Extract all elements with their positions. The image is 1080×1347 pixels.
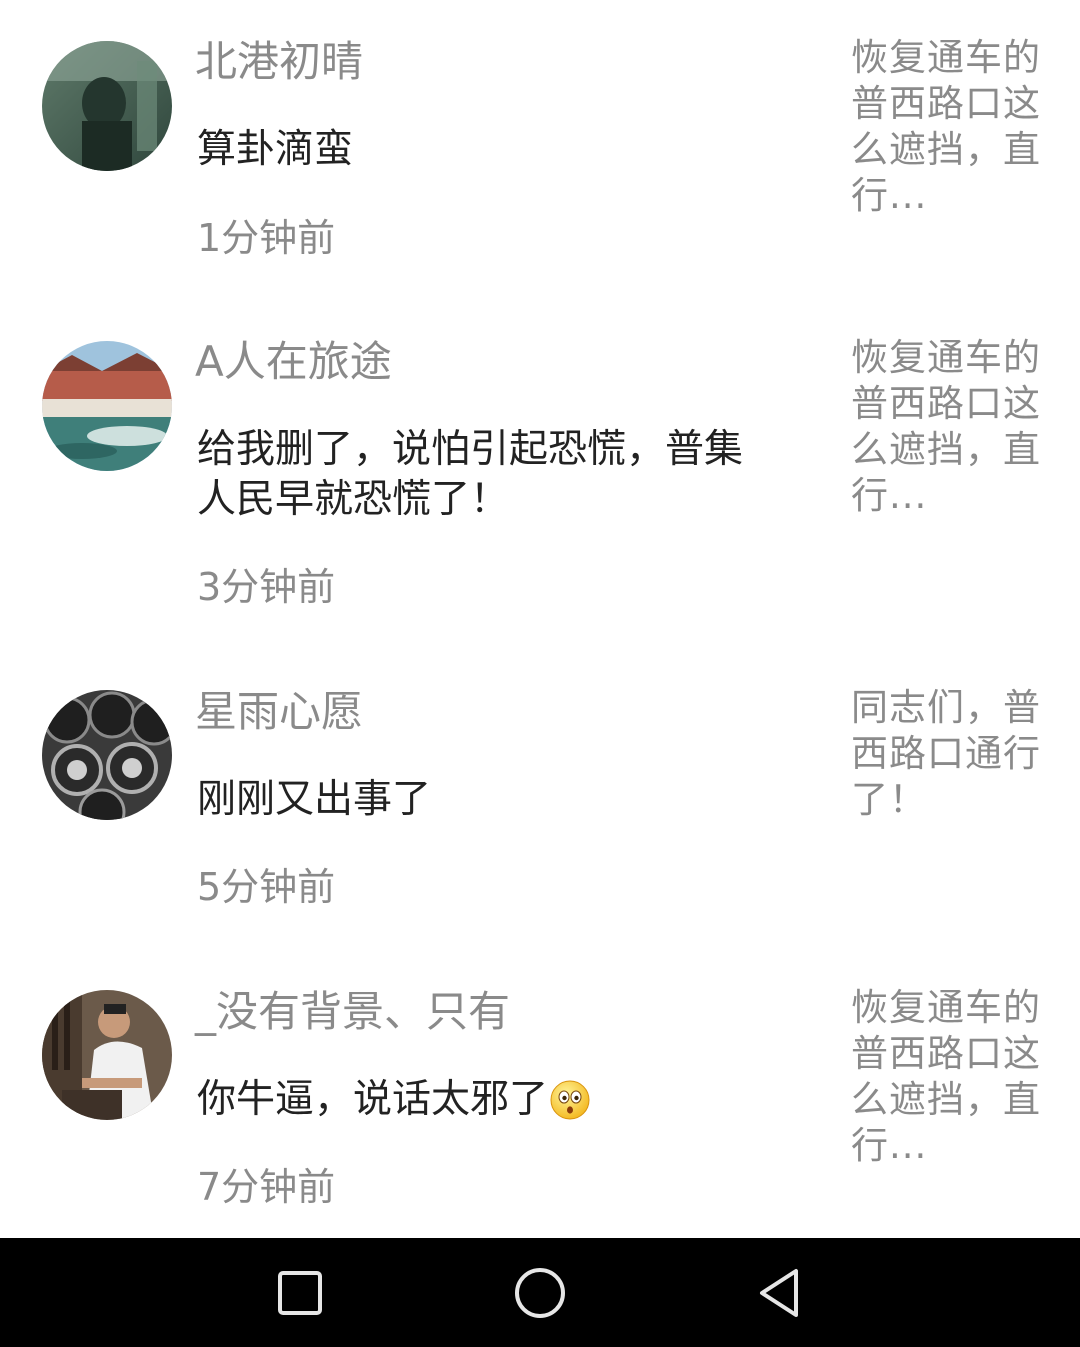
username[interactable]: 星雨心愿 bbox=[195, 688, 363, 736]
list-item[interactable]: 星雨心愿 刚刚又出事了 5分钟前 同志们，普西路口通行了！ bbox=[0, 650, 1080, 950]
username[interactable]: A人在旅途 bbox=[195, 338, 392, 386]
avatar[interactable] bbox=[42, 690, 172, 820]
referenced-post[interactable]: 恢复通车的普西路口这么遮挡，直行... bbox=[851, 985, 1041, 1169]
home-button[interactable] bbox=[480, 1238, 600, 1347]
list-item[interactable]: _没有背景、只有 你牛逼，说话太邪了 7分钟前 恢复通车的普西路口这么遮挡，直行… bbox=[0, 950, 1080, 1238]
timestamp: 1分钟前 bbox=[197, 216, 336, 260]
comment-text: 你牛逼，说话太邪了 bbox=[197, 1075, 757, 1125]
circle-home-icon bbox=[515, 1267, 565, 1318]
avatar[interactable] bbox=[42, 990, 172, 1120]
timestamp: 3分钟前 bbox=[197, 565, 336, 609]
list-item[interactable]: A人在旅途 给我删了，说怕引起恐慌，普集人民早就恐慌了！ 3分钟前 恢复通车的普… bbox=[0, 300, 1080, 650]
comment-text: 算卦滴蛮 bbox=[197, 127, 354, 172]
system-navigation-bar bbox=[0, 1238, 1080, 1347]
list-item[interactable]: 北港初晴 算卦滴蛮 1分钟前 恢复通车的普西路口这么遮挡，直行... bbox=[0, 0, 1080, 300]
referenced-post[interactable]: 同志们，普西路口通行了！ bbox=[851, 685, 1041, 823]
avatar[interactable] bbox=[42, 41, 172, 171]
timestamp: 5分钟前 bbox=[197, 865, 336, 909]
comment-list: 北港初晴 算卦滴蛮 1分钟前 恢复通车的普西路口这么遮挡，直行... A人在旅途… bbox=[0, 0, 1080, 1238]
back-button[interactable] bbox=[720, 1238, 840, 1347]
comment-text: 刚刚又出事了 bbox=[197, 777, 432, 822]
triangle-back-icon bbox=[760, 1268, 798, 1317]
surprised-face-emoji bbox=[550, 1080, 590, 1120]
recents-button[interactable] bbox=[240, 1238, 360, 1347]
comment-text-content: 你牛逼，说话太邪了 bbox=[197, 1077, 549, 1122]
referenced-post[interactable]: 恢复通车的普西路口这么遮挡，直行... bbox=[851, 35, 1041, 219]
comment-text: 给我删了，说怕引起恐慌，普集人民早就恐慌了！ bbox=[197, 427, 744, 522]
referenced-post[interactable]: 恢复通车的普西路口这么遮挡，直行... bbox=[851, 335, 1041, 519]
avatar[interactable] bbox=[42, 341, 172, 471]
username[interactable]: 北港初晴 bbox=[195, 38, 363, 86]
square-recents-icon bbox=[278, 1270, 322, 1315]
username[interactable]: _没有背景、只有 bbox=[195, 988, 510, 1036]
timestamp: 7分钟前 bbox=[197, 1165, 336, 1209]
